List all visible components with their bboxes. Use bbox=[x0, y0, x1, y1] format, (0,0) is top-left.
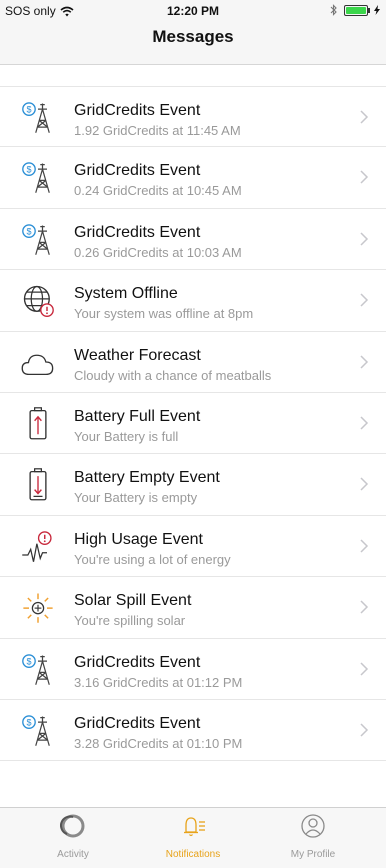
gridcredits-tower-icon: $ bbox=[22, 162, 50, 194]
gridcredits-tower-icon: $ bbox=[22, 102, 50, 133]
message-subtitle: Your Battery is empty bbox=[74, 490, 198, 506]
chevron-right-icon bbox=[360, 232, 369, 246]
svg-text:$: $ bbox=[26, 226, 31, 236]
status-right bbox=[330, 4, 380, 16]
message-title: Battery Full Event bbox=[74, 407, 201, 425]
solar-spill-icon bbox=[23, 593, 53, 623]
message-title: Weather Forecast bbox=[74, 346, 201, 364]
chevron-right-icon bbox=[360, 539, 369, 553]
chevron-right-icon bbox=[360, 723, 369, 737]
tab-label: Notifications bbox=[165, 849, 221, 860]
message-title: Solar Spill Event bbox=[74, 592, 192, 610]
page-title: Messages bbox=[152, 27, 234, 46]
status-time: 12:20 PM bbox=[166, 4, 220, 18]
battery-empty-icon bbox=[29, 468, 47, 501]
bell-list-icon bbox=[184, 817, 205, 837]
message-title: GridCredits Event bbox=[74, 162, 201, 180]
battery-fill bbox=[346, 6, 366, 14]
message-title: GridCredits Event bbox=[74, 102, 201, 119]
globe-alert-icon bbox=[23, 285, 54, 318]
message-row[interactable]: $ GridCredits Event 1.92 GridCredits at 11… bbox=[0, 86, 386, 148]
chevron-right-icon bbox=[360, 416, 369, 430]
activity-ring-icon bbox=[60, 814, 85, 838]
tab-activity[interactable]: Activity bbox=[18, 808, 128, 868]
tab-bar: Activity Notifications My Profile bbox=[0, 807, 386, 868]
battery-full-icon bbox=[29, 407, 47, 440]
message-row[interactable]: Solar Spill Event You're spilling solar bbox=[0, 577, 386, 639]
chevron-right-icon bbox=[360, 600, 369, 614]
cloud-icon bbox=[21, 354, 54, 375]
svg-text:$: $ bbox=[26, 717, 31, 727]
battery-icon bbox=[344, 4, 370, 16]
message-row[interactable]: System Offline Your system was offline at… bbox=[0, 270, 386, 332]
chevron-right-icon bbox=[360, 661, 369, 676]
message-row[interactable]: Weather Forecast Cloudy with a chance of … bbox=[0, 331, 386, 393]
svg-text:$: $ bbox=[26, 656, 31, 666]
status-bar: SOS only 12:20 PM bbox=[0, 0, 386, 22]
message-row[interactable]: Battery Empty Event Your Battery is empty bbox=[0, 454, 386, 516]
message-title: High Usage Event bbox=[74, 530, 203, 548]
tab-notifications[interactable]: Notifications bbox=[138, 808, 248, 868]
message-subtitle: 3.28 GridCredits at 01:10 PM bbox=[74, 735, 243, 751]
message-row[interactable]: $ GridCredits Event 0.26 GridCredits at 10… bbox=[0, 208, 386, 271]
message-row[interactable]: $ GridCredits Event 3.28 GridCredits at 01… bbox=[0, 699, 386, 762]
message-subtitle: Your system was offline at 8pm bbox=[74, 306, 254, 322]
message-list: $ GridCredits Event 1.92 GridCredits at 11… bbox=[0, 86, 386, 762]
svg-text:$: $ bbox=[26, 105, 31, 115]
message-subtitle: Your Battery is full bbox=[74, 428, 179, 444]
tab-my-profile[interactable]: My Profile bbox=[258, 808, 368, 868]
message-subtitle: You're spilling solar bbox=[74, 613, 186, 629]
message-row[interactable]: $ GridCredits Event 3.16 GridCredits at 01… bbox=[0, 638, 386, 700]
message-title: Battery Empty Event bbox=[74, 469, 220, 487]
message-title: GridCredits Event bbox=[74, 653, 201, 671]
message-title: System Offline bbox=[74, 285, 178, 303]
chevron-right-icon bbox=[360, 477, 369, 491]
message-row[interactable]: $ GridCredits Event 0.24 GridCredits at 10… bbox=[0, 147, 386, 209]
profile-icon bbox=[301, 814, 325, 838]
message-title: GridCredits Event bbox=[74, 223, 201, 241]
chevron-right-icon bbox=[360, 110, 369, 124]
tab-label: Activity bbox=[57, 849, 89, 860]
message-title: GridCredits Event bbox=[74, 714, 201, 732]
tab-label: My Profile bbox=[290, 849, 336, 860]
message-row[interactable]: Battery Full Event Your Battery is full bbox=[0, 392, 386, 455]
message-subtitle: 0.24 GridCredits at 10:45 AM bbox=[74, 183, 242, 199]
message-subtitle: 3.16 GridCredits at 01:12 PM bbox=[74, 674, 243, 690]
nav-bar: Messages bbox=[0, 22, 386, 65]
bluetooth-icon bbox=[330, 4, 337, 16]
gridcredits-tower-icon: $ bbox=[22, 715, 50, 746]
message-subtitle: 1.92 GridCredits at 11:45 AM bbox=[74, 123, 241, 138]
message-subtitle: You're using a lot of energy bbox=[74, 551, 231, 567]
svg-text:$: $ bbox=[26, 165, 31, 175]
charging-bolt-icon bbox=[374, 5, 380, 15]
message-row[interactable]: High Usage Event You're using a lot of en… bbox=[0, 515, 386, 578]
high-usage-icon bbox=[22, 530, 52, 562]
message-subtitle: Cloudy with a chance of meatballs bbox=[74, 367, 272, 383]
gridcredits-tower-icon: $ bbox=[22, 224, 50, 255]
gridcredits-tower-icon: $ bbox=[22, 653, 50, 685]
message-subtitle: 0.26 GridCredits at 10:03 AM bbox=[74, 244, 242, 260]
chevron-right-icon bbox=[360, 170, 369, 184]
chevron-right-icon bbox=[360, 293, 369, 307]
chevron-right-icon bbox=[360, 355, 369, 369]
